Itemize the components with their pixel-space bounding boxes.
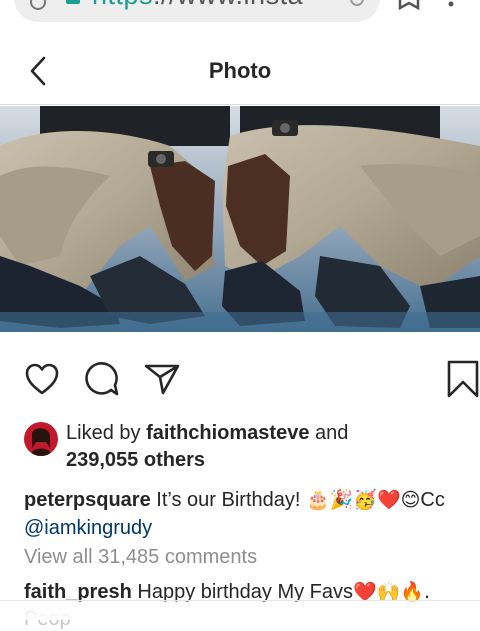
liked-by-text: Liked by faithchiomasteve and <box>66 422 348 445</box>
liker-username[interactable]: faithchiomasteve <box>146 422 309 444</box>
avatar[interactable] <box>24 422 58 456</box>
star-icon[interactable] <box>398 0 420 10</box>
bookmark-icon <box>447 360 479 398</box>
page-title: Photo <box>208 58 272 83</box>
caption-suffix: Cc <box>420 489 445 511</box>
caption-text: It’s our Birthday! <box>156 489 301 511</box>
avatar-image <box>24 422 58 456</box>
post-actions <box>0 356 480 402</box>
url-text[interactable]: https://www.insta <box>92 0 303 11</box>
url-scheme: https <box>92 0 153 10</box>
share-icon <box>144 364 180 395</box>
url-rest: ://www.insta <box>153 0 303 10</box>
like-button[interactable] <box>24 362 60 396</box>
caption-author[interactable]: peterpsquare <box>24 489 151 511</box>
save-button[interactable] <box>446 360 480 398</box>
caption-mention[interactable]: @iamkingrudy <box>24 517 152 539</box>
post-photo[interactable] <box>0 106 480 332</box>
menu-icon[interactable] <box>448 0 454 8</box>
bottom-overlay <box>0 600 480 620</box>
liked-by-prefix: Liked by <box>66 422 141 444</box>
comment-button[interactable] <box>84 361 120 397</box>
comment-icon <box>85 362 119 396</box>
liked-by-and: and <box>315 422 349 444</box>
heart-icon <box>25 363 59 395</box>
view-all-comments-link[interactable]: View all 31,485 comments <box>24 546 257 569</box>
address-bar[interactable]: https://www.insta <box>14 0 380 22</box>
likes-count[interactable]: 239,055 others <box>66 449 205 472</box>
app-header: Photo <box>0 36 480 105</box>
browser-toolbar: https://www.insta <box>0 0 480 30</box>
info-icon[interactable] <box>30 0 46 10</box>
photo-illustration <box>0 106 480 332</box>
lock-icon <box>66 0 80 4</box>
caption-emojis: 🎂🎉🥳❤️😊 <box>305 489 421 511</box>
reload-icon[interactable] <box>350 0 364 6</box>
share-button[interactable] <box>144 362 180 396</box>
post-caption: peterpsquare It’s our Birthday! 🎂🎉🥳❤️😊Cc… <box>24 486 474 542</box>
